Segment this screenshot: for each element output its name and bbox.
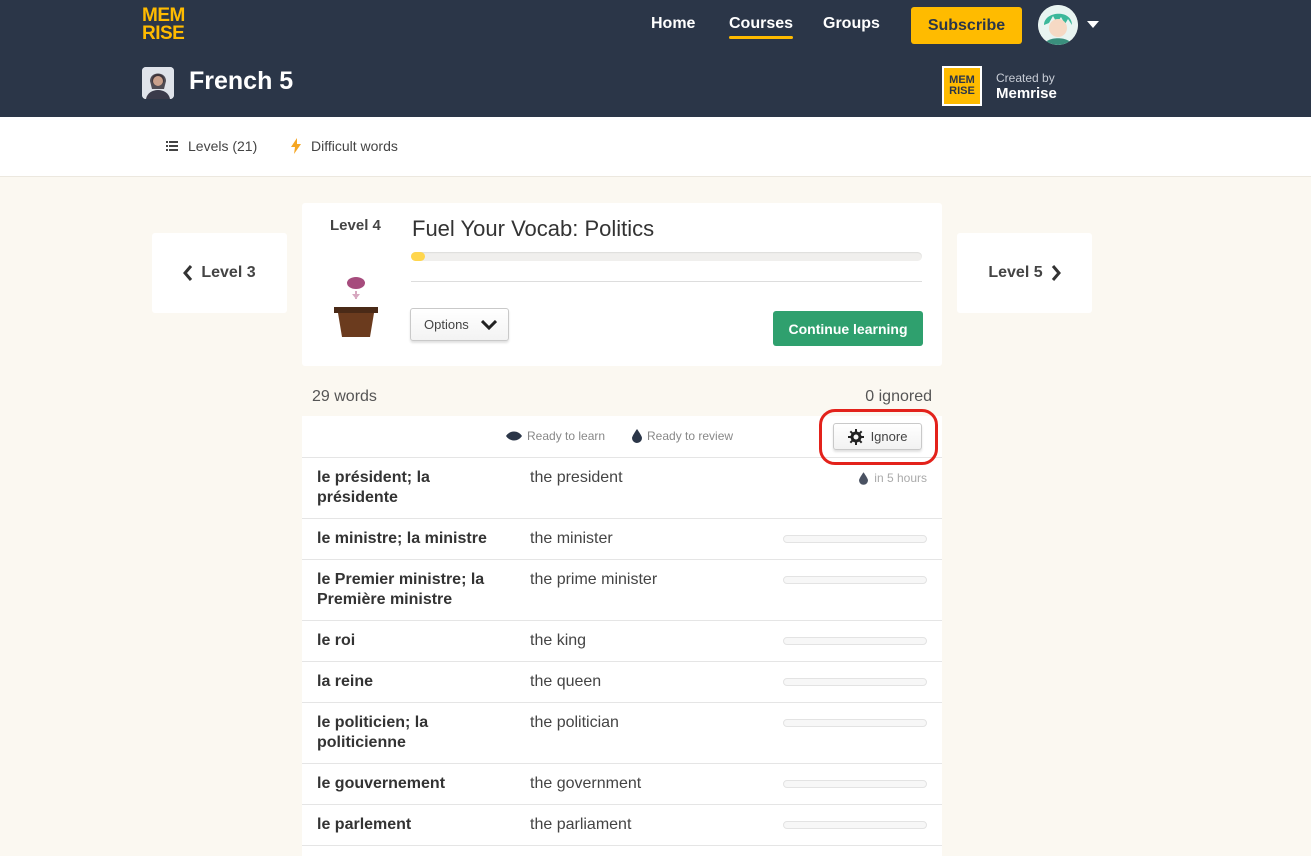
creator-logo[interactable]: MEM RISE: [942, 66, 982, 106]
word-progress-bar: [783, 576, 927, 584]
word-progress-bar: [783, 780, 927, 788]
eye-icon: [506, 431, 522, 441]
continue-learning-button[interactable]: Continue learning: [773, 311, 923, 346]
review-timer: in 5 hours: [859, 471, 927, 485]
level-card: Level 4 Fuel Your Vocab: Politics Option…: [302, 203, 942, 366]
word-progress-bar: [783, 637, 927, 645]
course-thumbnail: [142, 67, 174, 99]
lightning-icon: [291, 138, 301, 154]
course-title: French 5: [189, 67, 294, 95]
creator-logo-text-bottom: RISE: [949, 85, 975, 97]
table-row[interactable]: le parlement the parliament: [302, 805, 942, 846]
water-drop-icon: [859, 471, 869, 485]
table-row[interactable]: le roi the king: [302, 621, 942, 662]
difficult-words-tab[interactable]: Difficult words: [291, 138, 398, 154]
account-menu-caret-icon[interactable]: [1087, 21, 1099, 28]
word-definition: the parliament: [530, 816, 632, 833]
word-term: le président; la présidente: [317, 469, 430, 506]
created-by-label: Created by: [996, 71, 1055, 85]
logo-text-bottom: RISE: [142, 23, 185, 44]
word-definition: the queen: [530, 673, 602, 690]
chevron-right-icon: [1051, 265, 1061, 281]
word-definition: the king: [530, 632, 587, 649]
levels-tab[interactable]: Levels (21): [166, 138, 257, 154]
review-timer-label: in 5 hours: [874, 471, 927, 485]
list-icon: [166, 141, 178, 151]
level-number: Level 4: [330, 217, 381, 234]
legend-ready-to-review: Ready to review: [632, 429, 733, 443]
legend-ready-to-learn: Ready to learn: [506, 429, 605, 443]
word-progress-bar: [783, 719, 927, 727]
word-definition: the president: [530, 469, 623, 486]
plant-pot-icon: [334, 277, 378, 337]
word-term: la reine: [317, 673, 374, 690]
next-level-label: Level 5: [988, 264, 1043, 281]
card-divider: [411, 281, 922, 282]
level-progress-fill: [411, 252, 426, 261]
words-count: 29 words: [312, 388, 377, 405]
legend-ready-to-learn-label: Ready to learn: [527, 429, 606, 443]
word-term: le parlement: [317, 816, 412, 833]
previous-level-label: Level 3: [201, 264, 256, 281]
word-table: Ready to learn Ready to review Ignore le…: [302, 416, 942, 856]
subscribe-button[interactable]: Subscribe: [911, 7, 1022, 44]
nav-home[interactable]: Home: [651, 15, 695, 33]
user-avatar[interactable]: [1038, 5, 1078, 45]
table-row[interactable]: le gouvernement the government: [302, 764, 942, 805]
word-term: le roi: [317, 632, 356, 649]
difficult-words-label: Difficult words: [311, 138, 398, 154]
table-row[interactable]: le Premier ministre; la Première ministr…: [302, 560, 942, 621]
word-term: le Premier ministre; la Première ministr…: [317, 571, 485, 608]
word-term: le ministre; la ministre: [317, 530, 487, 547]
chevron-down-icon: [480, 319, 497, 330]
word-definition: the minister: [530, 530, 613, 547]
word-progress-bar: [783, 678, 927, 686]
top-header: MEM RISE Home Courses Groups Subscribe F…: [0, 0, 1311, 117]
ignore-button-highlight: [819, 409, 938, 465]
word-definition: the government: [530, 775, 642, 792]
course-subnav: Levels (21) Difficult words: [0, 117, 1311, 177]
chevron-left-icon: [183, 265, 193, 281]
word-progress-bar: [783, 821, 927, 829]
word-definition: the prime minister: [530, 571, 658, 588]
ignored-count: 0 ignored: [865, 388, 932, 405]
nav-courses[interactable]: Courses: [729, 15, 794, 39]
legend-ready-to-review-label: Ready to review: [647, 429, 734, 443]
level-progress-bar: [411, 252, 922, 261]
table-row[interactable]: le ministre; la ministre the minister: [302, 519, 942, 560]
nav-groups[interactable]: Groups: [823, 15, 880, 33]
levels-tab-label: Levels (21): [188, 138, 258, 154]
table-row[interactable]: le président; la présidente the presiden…: [302, 458, 942, 519]
table-row[interactable]: le politicien; la politicienne the polit…: [302, 703, 942, 764]
word-progress-bar: [783, 535, 927, 543]
word-definition: the politician: [530, 714, 619, 731]
water-drop-icon: [632, 429, 642, 443]
word-term: le politicien; la politicienne: [317, 714, 429, 751]
creator-name-link[interactable]: Memrise: [996, 85, 1057, 102]
word-term: le gouvernement: [317, 775, 446, 792]
next-level-button[interactable]: Level 5: [957, 233, 1092, 313]
options-label: Options: [424, 317, 469, 332]
previous-level-button[interactable]: Level 3: [152, 233, 287, 313]
level-title: Fuel Your Vocab: Politics: [412, 216, 655, 241]
memrise-logo[interactable]: MEM RISE: [142, 6, 185, 45]
table-row[interactable]: la reine the queen: [302, 662, 942, 703]
options-dropdown-button[interactable]: Options: [410, 308, 509, 341]
